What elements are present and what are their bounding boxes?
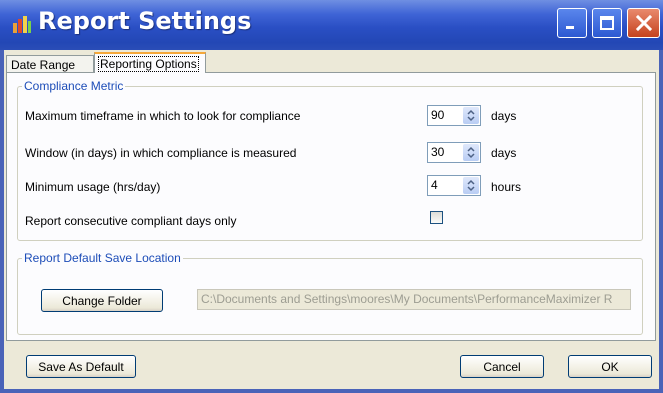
cancel-button[interactable]: Cancel: [460, 355, 544, 378]
maximize-icon: [600, 16, 614, 30]
reporting-options-panel: Compliance Metric Maximum timeframe in w…: [6, 72, 656, 341]
close-icon: [635, 14, 652, 32]
consecutive-days-label: Report consecutive compliant days only: [25, 214, 237, 228]
app-icon: [13, 16, 31, 33]
minimum-usage-unit: hours: [491, 180, 522, 194]
window-days-label: Window (in days) in which compliance is …: [25, 146, 297, 160]
window-days-spinner[interactable]: 30: [427, 142, 481, 163]
minimize-icon: [566, 26, 574, 29]
report-settings-window: Report Settings Date Range Reporting Opt…: [0, 0, 663, 393]
max-timeframe-label: Maximum timeframe in which to look for c…: [25, 109, 301, 123]
spinner-value: 30: [431, 145, 445, 159]
spinner-value: 90: [431, 108, 445, 122]
spinner-arrows-icon[interactable]: [463, 177, 479, 194]
max-timeframe-unit: days: [491, 109, 517, 123]
tab-label: Date Range: [11, 57, 76, 72]
save-path-field: C:\Documents and Settings\moores\My Docu…: [197, 289, 631, 310]
window-days-unit: days: [491, 146, 517, 160]
window-title: Report Settings: [38, 7, 252, 35]
consecutive-days-checkbox[interactable]: [430, 211, 443, 224]
minimum-usage-label: Minimum usage (hrs/day): [25, 180, 161, 194]
title-bar[interactable]: Report Settings: [0, 0, 663, 50]
max-timeframe-spinner[interactable]: 90: [427, 105, 481, 126]
spinner-arrows-icon[interactable]: [463, 107, 479, 124]
tab-label: Reporting Options: [98, 55, 199, 72]
tab-reporting-options[interactable]: Reporting Options: [94, 52, 206, 73]
minimum-usage-spinner[interactable]: 4: [427, 175, 481, 196]
save-as-default-button[interactable]: Save As Default: [26, 355, 136, 378]
group-legend: Report Default Save Location: [24, 251, 181, 265]
ok-button[interactable]: OK: [568, 355, 652, 378]
spinner-arrows-icon[interactable]: [463, 144, 479, 161]
group-legend: Compliance Metric: [24, 79, 124, 93]
minimize-button[interactable]: [557, 8, 587, 38]
spinner-value: 4: [431, 178, 438, 192]
maximize-button[interactable]: [592, 8, 622, 38]
close-button[interactable]: [627, 8, 660, 38]
tab-date-range[interactable]: Date Range: [6, 55, 94, 73]
dialog-client-area: Date Range Reporting Options Compliance …: [4, 50, 659, 389]
change-folder-button[interactable]: Change Folder: [41, 289, 163, 312]
